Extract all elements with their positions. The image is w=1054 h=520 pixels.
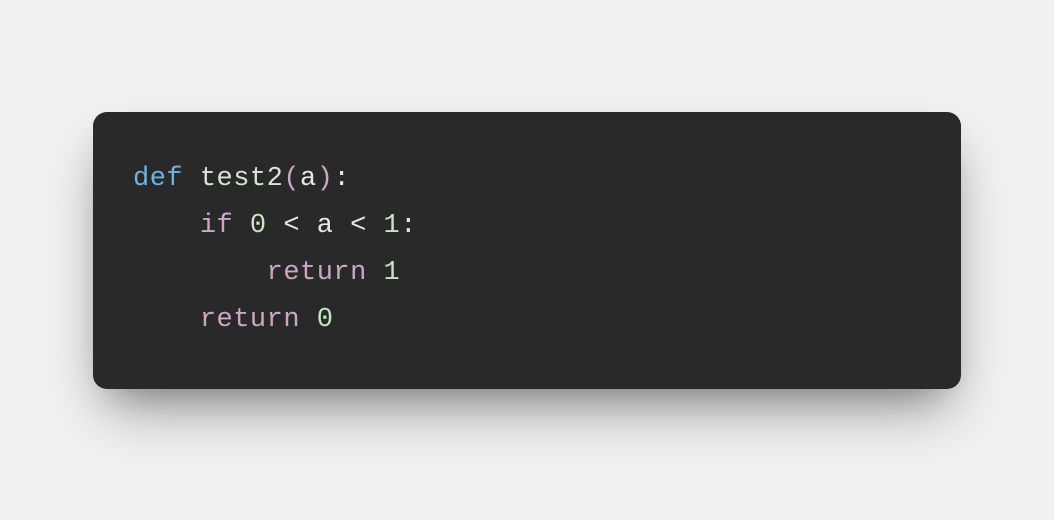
- number-literal: 1: [384, 258, 401, 288]
- colon: :: [400, 211, 417, 241]
- close-paren: ): [317, 164, 334, 194]
- operator-lt: <: [283, 211, 300, 241]
- keyword-if: if: [200, 211, 233, 241]
- operator-lt: <: [350, 211, 367, 241]
- number-literal: 1: [384, 211, 401, 241]
- function-name: test2: [200, 164, 284, 194]
- keyword-return: return: [200, 305, 300, 335]
- parameter: a: [300, 164, 317, 194]
- keyword-return: return: [267, 258, 367, 288]
- colon: :: [333, 164, 350, 194]
- code-block: def test2(a): if 0 < a < 1: return 1 ret…: [93, 112, 961, 389]
- code-content: def test2(a): if 0 < a < 1: return 1 ret…: [133, 156, 921, 345]
- keyword-def: def: [133, 164, 183, 194]
- variable: a: [317, 211, 334, 241]
- number-literal: 0: [250, 211, 267, 241]
- open-paren: (: [283, 164, 300, 194]
- number-literal: 0: [317, 305, 334, 335]
